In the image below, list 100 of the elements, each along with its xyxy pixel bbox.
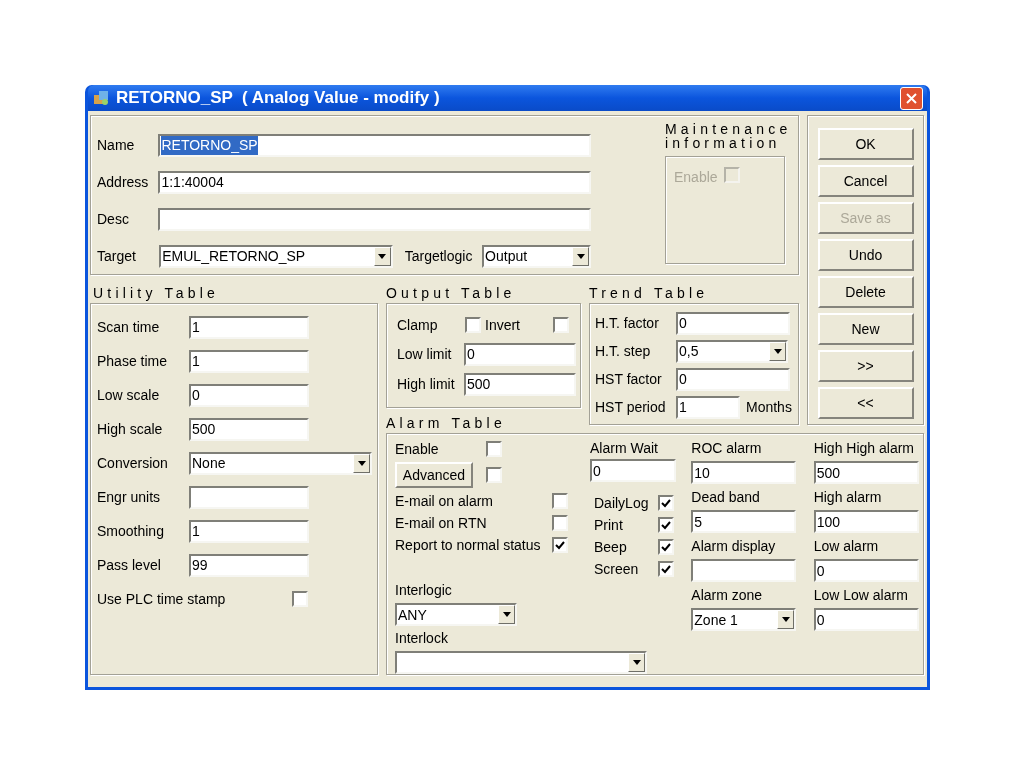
dropdown-field[interactable]: Zone 1 [691, 608, 797, 631]
field-label: Use PLC time stamp [97, 589, 227, 609]
field-label: HST factor [595, 369, 663, 389]
field-label: Low alarm [813, 537, 880, 556]
field-label: High limit [397, 374, 456, 394]
dialog-button[interactable]: OK [817, 128, 914, 160]
field-label: DailyLog [593, 493, 650, 513]
input-field[interactable]: 0 [189, 383, 309, 407]
caret-icon [498, 605, 515, 624]
window-title: RETORNO_SP ( Analog Value - modify ) [116, 87, 441, 110]
input-field[interactable]: 0 [590, 459, 676, 482]
group-title: Output Table [386, 286, 516, 300]
input-field[interactable]: 1 [189, 349, 309, 373]
group-title: Trend Table [589, 286, 709, 300]
input-field[interactable] [189, 485, 309, 509]
group-title: Alarm Table [386, 416, 506, 430]
checkbox[interactable] [486, 441, 502, 457]
dropdown-field[interactable]: None [189, 451, 372, 475]
field-label: Beep [593, 537, 628, 557]
input-field[interactable]: 10 [691, 461, 797, 484]
field-label: Clamp [397, 315, 439, 335]
dialog-button[interactable]: Delete [817, 276, 914, 308]
checkbox[interactable] [658, 539, 674, 555]
checkbox[interactable] [292, 591, 308, 607]
close-button[interactable] [900, 86, 923, 110]
field-label: H.T. step [595, 341, 652, 361]
field-label: Alarm Wait [590, 439, 659, 458]
field-label: Low scale [97, 385, 161, 405]
field-label: High High alarm [813, 439, 915, 458]
input-field[interactable]: RETORNO_SP [158, 133, 591, 157]
field-label: Target [97, 246, 137, 266]
field-label: Low Low alarm [813, 586, 909, 605]
input-field[interactable]: 500 [189, 417, 309, 441]
caret-icon [353, 453, 370, 473]
field-label: H.T. factor [595, 313, 660, 333]
checkbox[interactable] [552, 537, 568, 553]
field-label: Smoothing [97, 521, 165, 541]
input-field[interactable]: 0 [464, 342, 576, 366]
field-label: Engr units [97, 487, 162, 507]
input-field[interactable]: 0 [813, 559, 919, 582]
close-icon [906, 92, 917, 104]
caret-icon [777, 610, 795, 629]
checkbox[interactable] [486, 467, 502, 483]
caret-icon [572, 246, 589, 266]
dialog-button[interactable]: >> [817, 350, 914, 382]
checkbox[interactable] [658, 495, 674, 511]
dropdown-field[interactable]: ANY [395, 603, 517, 626]
dropdown-field[interactable] [395, 651, 647, 674]
checkbox[interactable] [465, 317, 481, 333]
field-label: Print [593, 515, 624, 535]
dropdown-field[interactable]: EMUL_RETORNO_SP [159, 244, 393, 268]
input-field[interactable]: 1 [676, 395, 740, 419]
field-label: High scale [97, 419, 164, 439]
dialog-button[interactable]: Undo [817, 239, 914, 271]
checkbox[interactable] [552, 493, 568, 509]
checkbox[interactable] [658, 561, 674, 577]
caret-icon [373, 246, 391, 266]
group-title: Maintenance [665, 122, 792, 136]
input-field[interactable]: 0 [676, 311, 790, 335]
field-label: Enable [674, 168, 718, 187]
input-field[interactable]: 500 [813, 461, 919, 484]
field-label: Conversion [97, 453, 169, 473]
input-field[interactable]: 1:1:40004 [158, 170, 591, 194]
dropdown-field[interactable]: Output [482, 244, 591, 268]
group-title: information [665, 136, 782, 150]
field-label: E-mail on RTN [395, 513, 488, 533]
app-icon [92, 89, 110, 107]
dialog-button[interactable]: Cancel [817, 165, 914, 197]
input-field[interactable]: 500 [464, 372, 576, 396]
checkbox[interactable] [553, 317, 569, 333]
advanced-button[interactable]: Advanced [395, 462, 473, 488]
field-label: Dead band [691, 488, 761, 507]
field-label: Low limit [397, 344, 453, 364]
field-label: Desc [97, 209, 130, 229]
input-field[interactable]: 0 [676, 367, 790, 391]
field-label: Interlock [395, 629, 449, 648]
field-label: Screen [593, 559, 640, 579]
input-field[interactable]: 5 [691, 510, 797, 533]
field-label: ROC alarm [691, 439, 763, 458]
field-label: Phase time [97, 351, 169, 371]
field-label: Months [745, 397, 792, 417]
dropdown-field[interactable]: 0,5 [676, 339, 788, 363]
input-field[interactable] [691, 559, 797, 582]
input-field[interactable]: 100 [813, 510, 919, 533]
field-label: Alarm zone [691, 586, 764, 605]
field-label: High alarm [813, 488, 883, 507]
checkbox[interactable] [552, 515, 568, 531]
input-field[interactable]: 99 [189, 553, 309, 577]
input-field[interactable]: 0 [813, 608, 919, 631]
input-field[interactable] [158, 207, 591, 231]
field-label: HST period [595, 397, 667, 417]
field-label: Interlogic [395, 581, 453, 600]
checkbox[interactable] [658, 517, 674, 533]
field-label: Report to normal status [395, 535, 542, 555]
caret-icon [628, 653, 645, 672]
input-field[interactable]: 1 [189, 519, 309, 543]
dialog-button[interactable]: << [817, 387, 914, 419]
dialog-button[interactable]: New [817, 313, 914, 345]
input-field[interactable]: 1 [189, 315, 309, 339]
field-label: Enable [395, 439, 440, 459]
